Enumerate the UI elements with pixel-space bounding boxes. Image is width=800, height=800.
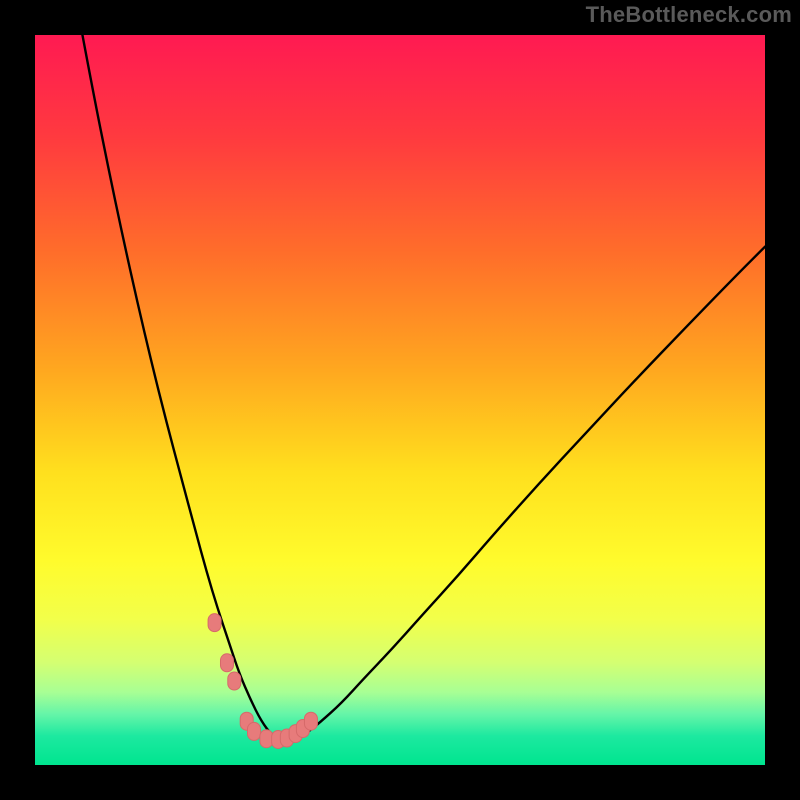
gradient-background [35,35,765,765]
plot-area [35,35,765,765]
watermark-text: TheBottleneck.com [586,2,792,28]
chart-frame: TheBottleneck.com [0,0,800,800]
plot-svg [35,35,765,765]
marker-point [304,712,317,730]
marker-point [208,614,221,632]
marker-point [228,672,241,690]
marker-point [248,722,261,740]
marker-point [220,654,233,672]
marker-point [260,730,273,748]
